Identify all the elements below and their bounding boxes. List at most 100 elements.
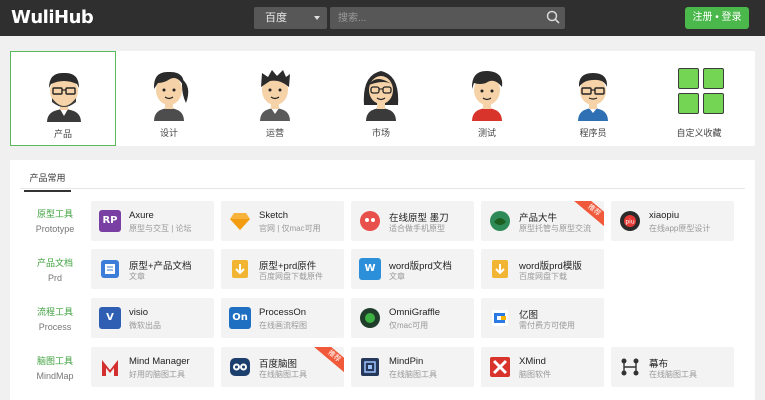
favorites-grid-icon (678, 68, 726, 116)
tool-name: ProcessOn (259, 307, 306, 318)
role-custom-favorites[interactable]: 自定义收藏 (646, 51, 752, 146)
tool-card-word-prd-template[interactable]: word版prd模版 百度网盘下载 (481, 249, 604, 289)
tool-card-word-prd-doc[interactable]: W word版prd文档 文章 (351, 249, 474, 289)
category-sublabel: Prd (47, 273, 62, 283)
tool-card-xmind[interactable]: XMind 脑图软件 (481, 347, 604, 387)
category-sublabel: Process (38, 322, 72, 332)
pmdaniu-icon (490, 211, 510, 231)
role-label: 程序员 (579, 128, 607, 138)
search-input[interactable] (330, 7, 565, 29)
role-label: 测试 (477, 128, 496, 138)
tool-card-mindpin[interactable]: MindPin 在线脑图工具 (351, 347, 474, 387)
tool-desc: 原型托管与原型交流 (519, 224, 591, 233)
top-bar: WuliHub 百度 注册 • 登录 (0, 0, 765, 36)
search-engine-label: 百度 (265, 12, 287, 24)
doc-icon (101, 260, 119, 278)
modao-icon (360, 211, 380, 231)
category-mindmap: 脑图工具 MindMap (22, 354, 88, 381)
tool-desc: 微软出品 (129, 321, 161, 330)
tool-name: Mind Manager (129, 356, 190, 367)
tool-card-prd-source[interactable]: 原型+prd原件 百度网盘下载原件 (221, 249, 344, 289)
tool-name: OmniGraffle (389, 307, 441, 318)
tools-panel: 产品常用 原型工具 Prototype 产品文档 Prd 流程工具 Proces… (10, 160, 755, 400)
role-operations[interactable]: 运营 (222, 51, 328, 146)
tool-desc: 在线画流程图 (259, 321, 307, 330)
edraw-icon (492, 310, 508, 326)
role-product[interactable]: 产品 (10, 51, 116, 146)
tool-desc: 仅mac可用 (389, 321, 429, 330)
role-design[interactable]: 设计 (116, 51, 222, 146)
tool-card-xiaopiu[interactable]: piu xiaopiu 在线app原型设计 (611, 201, 734, 241)
omnigraffle-icon (360, 308, 380, 328)
role-label: 市场 (371, 128, 390, 138)
search-icon[interactable] (545, 9, 561, 25)
visio-icon: V (99, 307, 121, 329)
tool-name: word版prd模版 (519, 261, 582, 272)
login-register-button[interactable]: 注册 • 登录 (685, 7, 749, 29)
category-process: 流程工具 Process (22, 305, 88, 332)
tool-card-prototype-doc[interactable]: 原型+产品文档 文章 (91, 249, 214, 289)
tool-desc: 脑图软件 (519, 370, 551, 379)
tool-desc: 在线脑图工具 (649, 370, 697, 379)
role-marketing[interactable]: 市场 (328, 51, 434, 146)
tool-desc: 好用的脑图工具 (129, 370, 185, 379)
tool-card-baidu-naotu[interactable]: 百度脑图 在线脑图工具 推荐 (221, 347, 344, 387)
mindpin-icon (361, 358, 379, 376)
tool-desc: 文章 (129, 272, 145, 281)
tool-desc: 需付费方可使用 (519, 321, 575, 330)
programmer-avatar-icon (578, 73, 608, 121)
design-avatar-icon (153, 71, 189, 121)
tab-divider (20, 188, 745, 189)
role-label: 产品 (53, 129, 72, 139)
category-prototype: 原型工具 Prototype (22, 207, 88, 234)
tool-name: word版prd文档 (389, 261, 452, 272)
tool-name: 产品大牛 (519, 213, 558, 224)
tool-name: Sketch (259, 210, 289, 221)
role-programmer[interactable]: 程序员 (540, 51, 646, 146)
role-testing[interactable]: 测试 (434, 51, 540, 146)
tool-name: 百度脑图 (259, 359, 298, 370)
category-prd: 产品文档 Prd (22, 256, 88, 283)
category-sublabel: Prototype (35, 224, 75, 234)
tool-desc: 官网 | 仅mac可用 (259, 224, 321, 233)
tool-desc: 百度网盘下载 (519, 272, 567, 281)
tool-name: 原型+prd原件 (259, 261, 317, 272)
tool-desc: 适合做手机原型 (389, 224, 445, 233)
tool-name: Axure (129, 210, 154, 221)
word-icon: W (359, 258, 381, 280)
tool-card-visio[interactable]: V visio 微软出品 (91, 298, 214, 338)
category-label: 脑图工具 (36, 356, 73, 366)
tool-name: 原型+产品文档 (129, 261, 192, 272)
tool-name: xiaopiu (649, 210, 680, 221)
tool-card-modao[interactable]: 在线原型 墨刀 适合做手机原型 (351, 201, 474, 241)
tool-desc: 在线脑图工具 (259, 370, 307, 379)
tool-card-pmdaniu[interactable]: 产品大牛 原型托管与原型交流 推荐 (481, 201, 604, 241)
tool-card-sketch[interactable]: Sketch 官网 | 仅mac可用 (221, 201, 344, 241)
tool-card-mindmanager[interactable]: Mind Manager 好用的脑图工具 (91, 347, 214, 387)
download-icon (492, 260, 508, 278)
tool-name: 幕布 (649, 359, 669, 370)
tool-desc: 在线脑图工具 (389, 370, 437, 379)
naotu-icon (230, 358, 250, 376)
tool-desc: 百度网盘下载原件 (259, 272, 323, 281)
search-engine-select[interactable]: 百度 (254, 7, 327, 29)
tool-card-processon[interactable]: On ProcessOn 在线画流程图 (221, 298, 344, 338)
tool-desc: 原型与交互 | 论坛 (129, 224, 192, 233)
mubu-icon (621, 358, 639, 376)
xmind-icon (490, 357, 510, 377)
tool-card-omnigraffle[interactable]: OmniGraffle 仅mac可用 (351, 298, 474, 338)
tool-card-axure[interactable]: RP Axure 原型与交互 | 论坛 (91, 201, 214, 241)
tool-card-mubu[interactable]: 幕布 在线脑图工具 (611, 347, 734, 387)
xiaopiu-icon: piu (620, 211, 640, 231)
testing-avatar-icon (471, 70, 503, 121)
tool-desc: 文章 (389, 272, 405, 281)
category-sublabel: MindMap (36, 371, 74, 381)
logo[interactable]: WuliHub (11, 7, 94, 28)
tool-desc: 在线app原型设计 (649, 224, 711, 233)
recommend-badge: 推荐 (312, 347, 344, 377)
tool-name: XMind (519, 356, 546, 367)
tool-card-edraw[interactable]: 亿图 需付费方可使用 (481, 298, 604, 338)
category-label: 原型工具 (36, 209, 73, 219)
svg-text:piu: piu (625, 219, 634, 226)
tool-name: 亿图 (519, 310, 539, 321)
